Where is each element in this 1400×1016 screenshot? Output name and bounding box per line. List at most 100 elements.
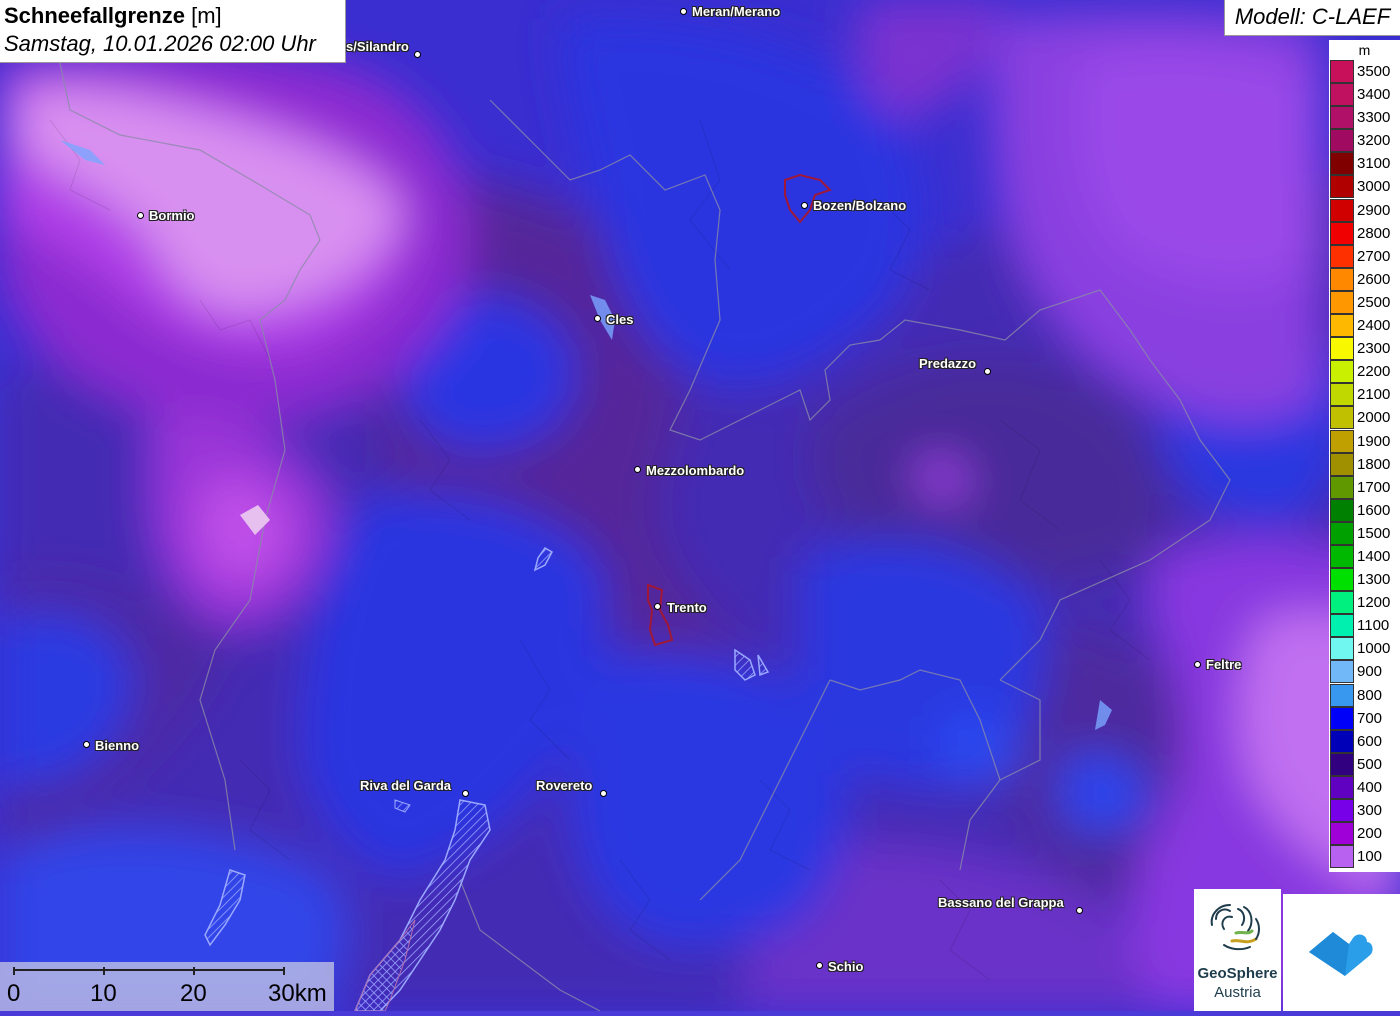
- legend-row: 400: [1330, 775, 1400, 799]
- legend-label: 2100: [1357, 386, 1391, 404]
- legend-label: 600: [1357, 732, 1383, 750]
- legend-row: 1100: [1330, 614, 1400, 638]
- legend-swatch: [1330, 267, 1354, 291]
- legend-swatch: [1330, 383, 1354, 407]
- legend-label: 1100: [1357, 617, 1390, 635]
- legend-label: 200: [1357, 825, 1383, 843]
- legend-swatch: [1330, 60, 1354, 83]
- legend-row: 500: [1330, 752, 1400, 776]
- legend-label: 700: [1357, 709, 1383, 727]
- map-canvas[interactable]: [0, 0, 1400, 1011]
- city-label: Riva del Garda: [360, 778, 452, 793]
- legend-label: 1400: [1357, 547, 1391, 565]
- legend-label: 3100: [1357, 155, 1391, 173]
- legend-row: 100: [1330, 845, 1400, 869]
- legend-row: 2800: [1330, 221, 1400, 245]
- city-dot: [594, 315, 601, 322]
- legend-label: 3500: [1357, 63, 1391, 80]
- legend-row: 2900: [1330, 198, 1400, 222]
- city-dot: [984, 368, 991, 375]
- city-label: Bormio: [149, 208, 195, 223]
- legend-label: 100: [1357, 848, 1383, 866]
- city-label: Rovereto: [536, 778, 593, 793]
- legend-swatch: [1330, 406, 1354, 430]
- city-dot: [600, 790, 607, 797]
- legend-unit: m: [1358, 42, 1371, 58]
- legend-row: 3500: [1330, 60, 1400, 83]
- legend-swatch: [1330, 822, 1354, 846]
- legend-swatch: [1330, 521, 1354, 545]
- scale-label-20: 20: [180, 980, 207, 1007]
- weather-app-icon: [1309, 932, 1373, 976]
- city-label: Predazzo: [919, 356, 977, 371]
- city-dot: [1076, 907, 1083, 914]
- city-label: Cles: [606, 312, 634, 327]
- legend-swatch: [1330, 614, 1354, 638]
- map-title-box: Schneefallgrenze [m] Samstag, 10.01.2026…: [0, 0, 346, 63]
- legend-row: 1400: [1330, 544, 1400, 568]
- geosphere-logo[interactable]: GeoSphere Austria: [1194, 889, 1281, 1011]
- legend-swatch: [1330, 337, 1354, 361]
- legend-label: 500: [1357, 755, 1383, 773]
- legend-label: 2500: [1357, 293, 1391, 311]
- legend-row: 900: [1330, 660, 1400, 684]
- city-dot: [83, 741, 90, 748]
- legend-label: 2700: [1357, 247, 1391, 265]
- legend-row: 600: [1330, 729, 1400, 753]
- legend-label: 1300: [1357, 571, 1391, 589]
- city-label: Mezzolombardo: [646, 463, 745, 478]
- legend-row: 2200: [1330, 360, 1400, 384]
- legend-swatch: [1330, 452, 1354, 476]
- scale-tick: [193, 967, 195, 975]
- legend-label: 2900: [1357, 201, 1391, 219]
- legend-label: 2600: [1357, 270, 1391, 288]
- scale-tick: [283, 967, 285, 975]
- city-label: Meran/Merano: [692, 4, 781, 19]
- legend-swatch: [1330, 314, 1354, 338]
- legend-label: 3200: [1357, 132, 1391, 150]
- legend-row: 1700: [1330, 475, 1400, 499]
- city-dot: [634, 466, 641, 473]
- weather-app-logo[interactable]: [1283, 894, 1400, 1011]
- city-label: Bassano del Grappa: [938, 895, 1064, 910]
- legend-label: 1200: [1357, 594, 1391, 612]
- map-title: Schneefallgrenze [m]: [4, 2, 341, 30]
- legend-row: 2700: [1330, 244, 1400, 268]
- legend-swatch: [1330, 106, 1354, 130]
- title-main: Schneefallgrenze: [4, 3, 185, 28]
- legend-swatch: [1330, 568, 1354, 592]
- legend-label: 1600: [1357, 501, 1391, 519]
- legend-swatch: [1330, 475, 1354, 499]
- legend-row: 3400: [1330, 83, 1400, 107]
- legend-row: 1900: [1330, 429, 1400, 453]
- scale-label-10: 10: [90, 980, 117, 1007]
- legend-swatch: [1330, 290, 1354, 314]
- legend-row: 2500: [1330, 290, 1400, 314]
- legend-row: 1300: [1330, 568, 1400, 592]
- city-dot: [680, 8, 687, 15]
- legend-row: 800: [1330, 683, 1400, 707]
- title-unit: [m]: [191, 3, 222, 28]
- city-dot: [462, 790, 469, 797]
- legend-swatch: [1330, 637, 1354, 661]
- city-dot: [137, 212, 144, 219]
- legend-swatch: [1330, 544, 1354, 568]
- legend-row: 2300: [1330, 337, 1400, 361]
- legend-swatch: [1330, 729, 1354, 753]
- legend-swatch: [1330, 660, 1354, 684]
- color-legend: m 3500 3400 3300 3200 3100 3000 2900 2800 2700 26…: [1329, 40, 1400, 872]
- city-dot: [1194, 661, 1201, 668]
- legend-label: 2000: [1357, 409, 1391, 427]
- scale-label-30km: 30km: [268, 980, 327, 1007]
- legend-row: 1600: [1330, 498, 1400, 522]
- legend-label: 300: [1357, 802, 1383, 819]
- city-label: Feltre: [1206, 657, 1242, 672]
- legend-row: 2100: [1330, 383, 1400, 407]
- legend-row: 3100: [1330, 152, 1400, 176]
- legend-label: 2800: [1357, 224, 1391, 242]
- legend-swatch: [1330, 799, 1354, 822]
- legend-swatch: [1330, 360, 1354, 384]
- legend-label: 800: [1357, 686, 1383, 704]
- legend-label: 1900: [1357, 432, 1391, 450]
- legend-swatch: [1330, 129, 1354, 153]
